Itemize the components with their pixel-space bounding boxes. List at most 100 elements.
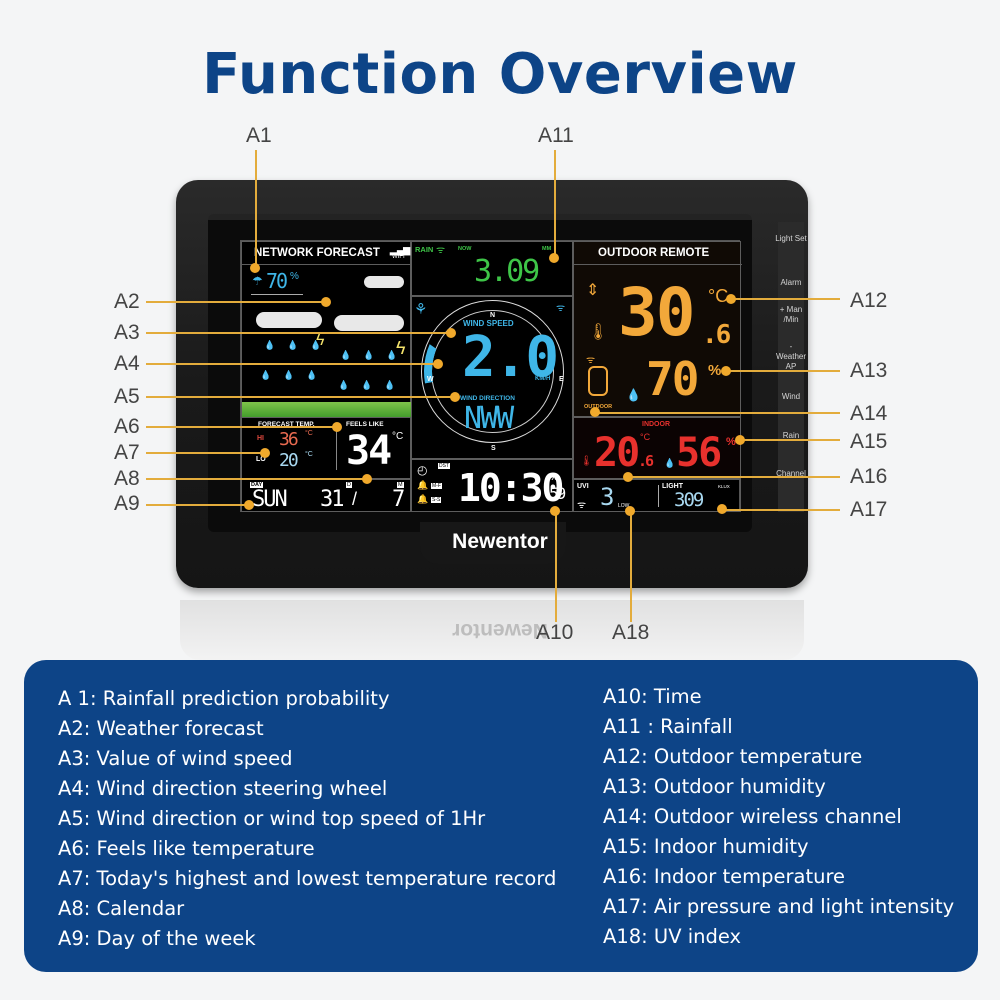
compass-west: W [427, 376, 434, 383]
rain-probability: 70 [266, 269, 288, 293]
function-legend-box: A 1: Rainfall prediction probability A2:… [24, 660, 978, 972]
callout-line-a5 [146, 396, 452, 398]
callout-line-a15 [740, 439, 840, 441]
cloud-icon [364, 276, 404, 288]
legend-item-a15: A15: Indoor humidity [603, 835, 809, 858]
clock-time: 10:30 [458, 466, 564, 510]
side-button-light-set[interactable]: Light Set [769, 234, 813, 244]
alarm1-label: M-F [431, 483, 442, 489]
compass-north: N [490, 312, 496, 319]
callout-dot-a13 [721, 366, 731, 376]
callout-line-a17 [722, 509, 840, 511]
legend-item-a4: A4: Wind direction steering wheel [58, 777, 388, 800]
callout-dot-a15 [735, 435, 745, 445]
callout-dot-a8 [362, 474, 372, 484]
rain-drops-icon: 💧💧💧 [340, 350, 410, 360]
wifi-icon: ᯤ [436, 245, 446, 256]
indoor-temp-unit: °C [640, 432, 651, 442]
uvi-light-panel: UVI ᯤ 3 LOW LIGHT KLUX 309 [573, 479, 741, 512]
callout-a15: A15 [850, 430, 888, 453]
hi-temp: 36 [279, 429, 299, 450]
wind-speed-unit: KM/H [535, 376, 551, 382]
callout-line-a3 [146, 332, 448, 334]
wifi-label: WIFI [392, 254, 405, 260]
rain-probability-percent: % [290, 271, 299, 282]
callout-line-a2 [146, 301, 324, 303]
legend-item-a16: A16: Indoor temperature [603, 865, 846, 888]
outdoor-sensor-icon [588, 366, 608, 396]
feels-like-temp: 34 [346, 428, 392, 474]
clock-icon: ◴ [417, 463, 428, 477]
callout-line-a14 [596, 412, 840, 414]
callout-dot-a12 [726, 294, 736, 304]
thermometer-icon: 🌡 [580, 456, 593, 467]
outdoor-temp-unit: °C [708, 286, 729, 306]
rain-drops-icon: 💧💧💧 [260, 370, 330, 380]
side-button-man-min[interactable]: + Man /Min [776, 305, 806, 325]
lo-temp: 20 [279, 450, 299, 471]
legend-item-a1: A 1: Rainfall prediction probability [58, 687, 390, 710]
feels-like-label: FEELS LIKE [346, 421, 384, 428]
callout-a16: A16 [850, 465, 888, 488]
alarm1-icon: 🔔 [417, 480, 429, 490]
callout-a5: A5 [114, 385, 140, 408]
alarm2-icon: 🔔 [417, 494, 429, 504]
callout-line-a8 [146, 478, 366, 480]
callout-a12: A12 [850, 289, 888, 312]
indoor-humidity: 56 [676, 430, 722, 476]
rain-now-label: NOW [458, 246, 472, 252]
hi-temp-unit: °C [305, 430, 313, 437]
lcd-screen: NETWORK FORECAST ▂▄▆ WIFI ☂ 70 % ϟ ϟ 💧💧💧… [240, 240, 742, 512]
rain-drops-icon: 💧💧💧 [264, 340, 334, 350]
legend-item-a5: A5: Wind direction or wind top speed of … [58, 807, 486, 830]
alarm2-label: S-S [431, 497, 442, 503]
uvi-label: UVI [577, 483, 589, 490]
compass-east: E [559, 376, 564, 383]
page-title: Function Overview [202, 42, 798, 107]
callout-a3: A3 [114, 321, 140, 344]
side-button-wind[interactable]: Wind [769, 392, 813, 402]
side-button-weather-ap[interactable]: - Weather AP [774, 342, 808, 372]
legend-item-a11: A11 : Rainfall [603, 715, 733, 738]
callout-a18: A18 [612, 621, 650, 644]
date-d-label: D [346, 482, 352, 488]
forecast-header: NETWORK FORECAST [254, 247, 380, 259]
callout-a17: A17 [850, 498, 888, 521]
legend-item-a13: A13: Outdoor humidity [603, 775, 826, 798]
callout-dot-a1 [250, 263, 260, 273]
callout-line-a4 [146, 363, 436, 365]
grass-image [242, 402, 411, 418]
callout-a13: A13 [850, 359, 888, 382]
legend-item-a6: A6: Feels like temperature [58, 837, 315, 860]
callout-a8: A8 [114, 467, 140, 490]
legend-item-a18: A18: UV index [603, 925, 742, 948]
wind-direction-value: NWW [464, 401, 514, 436]
clock-seconds: 59 [549, 484, 566, 503]
callout-dot-a10 [550, 506, 560, 516]
callout-dot-a4 [433, 359, 443, 369]
legend-item-a8: A8: Calendar [58, 897, 185, 920]
callout-dot-a6 [332, 422, 342, 432]
callout-a4: A4 [114, 352, 140, 375]
callout-line-a13 [726, 370, 840, 372]
outdoor-humidity-pct: % [708, 362, 722, 379]
callout-a1: A1 [246, 124, 272, 147]
rainfall-value: 3.09 [474, 254, 540, 289]
humidity-drop-icon: 💧 [664, 458, 676, 468]
callout-a14: A14 [850, 402, 888, 425]
callout-dot-a7 [260, 448, 270, 458]
brand-reflection: Newentor [452, 619, 548, 642]
callout-dot-a16 [623, 472, 633, 482]
cloud-icon [334, 315, 404, 331]
compass-south: S [491, 445, 496, 452]
date-month: 7 [392, 487, 405, 512]
feels-like-unit: °C [392, 431, 404, 442]
trend-arrows-icon: ⇕ [586, 282, 600, 299]
side-button-alarm[interactable]: Alarm [769, 278, 813, 288]
legend-item-a12: A12: Outdoor temperature [603, 745, 863, 768]
umbrella-icon: ☂ [252, 274, 263, 288]
outdoor-header: OUTDOOR REMOTE [598, 247, 710, 259]
legend-item-a14: A14: Outdoor wireless channel [603, 805, 902, 828]
outdoor-panel: OUTDOOR REMOTE ⇕ 🌡 ᯤ OUTDOOR 30 .6 °C 💧 … [573, 241, 742, 417]
callout-dot-a2 [321, 297, 331, 307]
